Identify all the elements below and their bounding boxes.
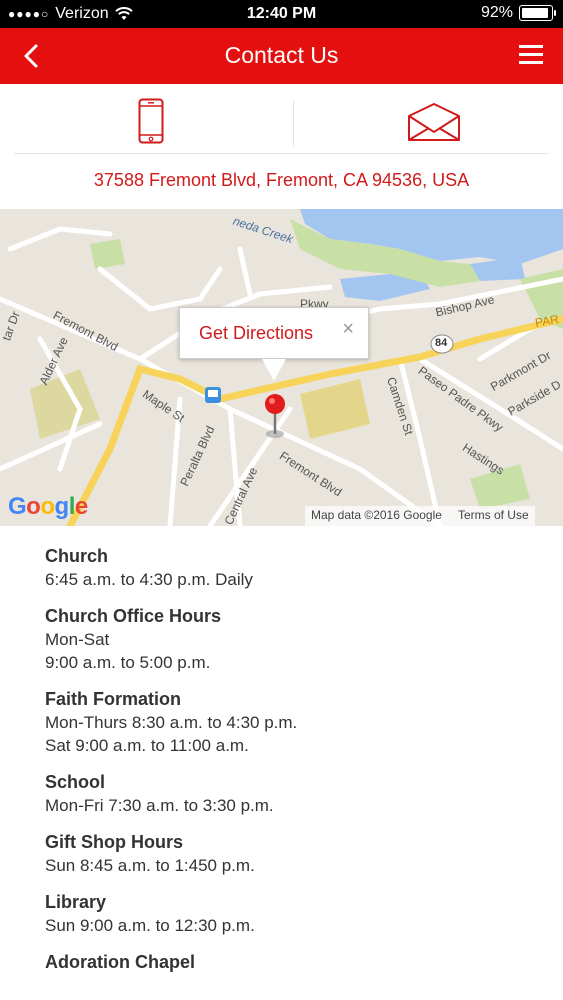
close-popup-icon[interactable]: ×	[342, 318, 354, 341]
map-data-text: Map data ©2016 Google	[311, 508, 442, 522]
hours-list: Church 6:45 a.m. to 4:30 p.m. Daily Church…	[45, 545, 545, 988]
battery-icon	[519, 5, 556, 21]
hours-section-title: Library	[45, 892, 107, 912]
hours-line: 9:00 a.m. to 5:00 p.m.	[45, 653, 211, 672]
hours-section-title: Gift Shop Hours	[45, 832, 183, 852]
hours-section-title: Adoration Chapel	[45, 952, 196, 972]
hours-line: Sun 8:45 a.m. to 1:450 p.m.	[45, 856, 255, 875]
location-pin-icon[interactable]	[262, 393, 288, 439]
hours-section: Gift Shop Hours Sun 8:45 a.m. to 1:450 p.…	[45, 831, 545, 877]
envelope-icon[interactable]	[407, 102, 461, 142]
hours-section: Faith Formation Mon-Thurs 8:30 a.m. to 4:…	[45, 688, 545, 757]
map-view[interactable]: Fremont Blvd Fremont Blvd Maple St Peral…	[0, 209, 563, 526]
hours-line: Sat 9:00 a.m. to 11:00 a.m.	[45, 736, 249, 755]
hamburger-menu-icon[interactable]	[517, 42, 545, 68]
hours-line: Sun 9:00 a.m. to 12:30 p.m.	[45, 916, 255, 935]
map-attribution: Map data ©2016 Google Terms of Use	[305, 506, 535, 526]
hours-line: Mon-Thurs 8:30 a.m. to 4:30 p.m.	[45, 713, 298, 732]
hours-section: Adoration Chapel	[45, 951, 545, 974]
directions-popup: Get Directions ×	[179, 307, 369, 381]
hours-section-title: Church Office Hours	[45, 606, 222, 626]
hours-section-title: Church	[45, 546, 108, 566]
popup-tail	[262, 359, 286, 381]
hours-section: Church Office Hours Mon-Sat 9:00 a.m. to 5…	[45, 605, 545, 674]
contact-divider	[293, 100, 294, 146]
battery-percent: 92%	[480, 4, 513, 21]
hours-section: Library Sun 9:00 a.m. to 12:30 p.m.	[45, 891, 545, 937]
status-bar: ●●●●○ Verizon 12:40 PM 92%	[0, 0, 563, 28]
google-logo: Google	[8, 493, 88, 520]
hours-line: Mon-Fri 7:30 a.m. to 3:30 p.m.	[45, 796, 274, 815]
status-time: 12:40 PM	[246, 5, 317, 22]
page-title: Contact Us	[224, 42, 339, 68]
battery-status: 92%	[480, 4, 556, 22]
address-link[interactable]: 37588 Fremont Blvd, Fremont, CA 94536, U…	[0, 170, 563, 191]
terms-of-use-link[interactable]: Terms of Use	[458, 508, 529, 524]
route-number: 84	[435, 337, 448, 349]
nav-bar: Contact Us	[0, 28, 563, 84]
hours-section: Church 6:45 a.m. to 4:30 p.m. Daily	[45, 545, 545, 591]
hours-section-title: Faith Formation	[45, 689, 181, 709]
phone-icon[interactable]	[138, 98, 164, 144]
hours-line: Mon-Sat	[45, 630, 110, 649]
hours-section-title: School	[45, 772, 106, 792]
hours-line: 6:45 a.m. to 4:30 p.m. Daily	[45, 570, 253, 589]
get-directions-link[interactable]: Get Directions	[199, 323, 313, 344]
hours-section: School Mon-Fri 7:30 a.m. to 3:30 p.m.	[45, 771, 545, 817]
contact-actions	[14, 96, 549, 154]
